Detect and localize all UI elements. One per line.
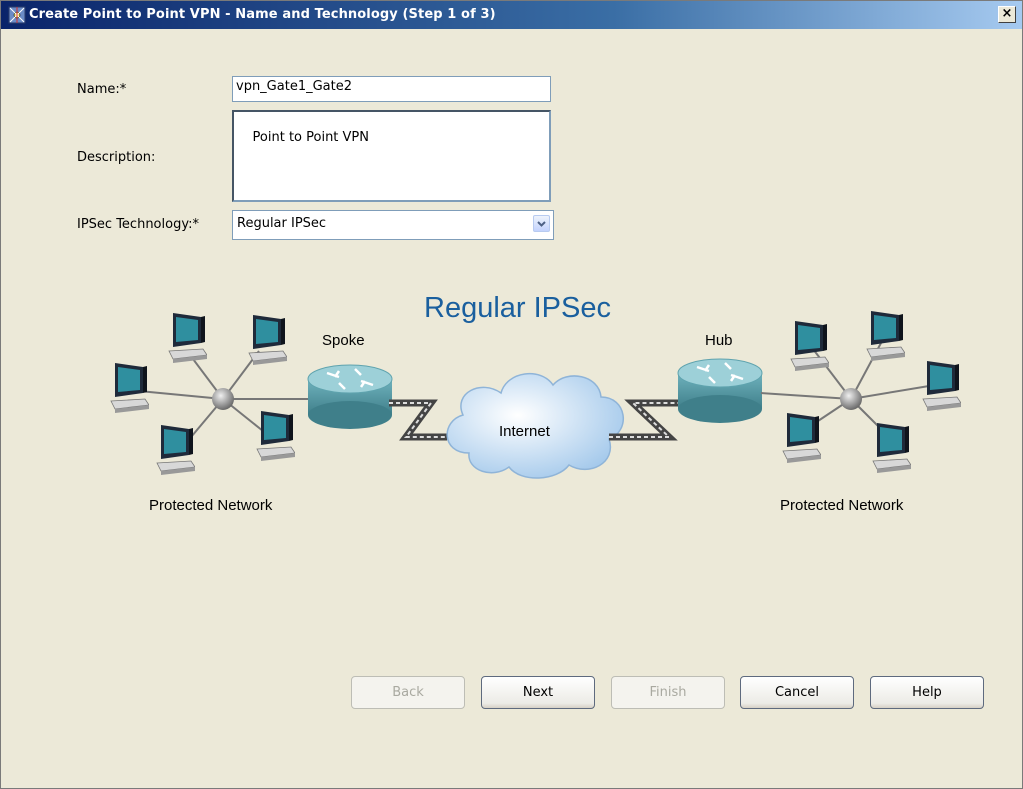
computer-icon (156, 424, 195, 475)
vpn-wizard-dialog: Create Point to Point VPN - Name and Tec… (0, 0, 1023, 789)
left-protected-network (110, 312, 313, 475)
hub-label: Hub (705, 332, 733, 349)
right-protected-network (760, 310, 961, 473)
left-protected-network-label: Protected Network (149, 497, 273, 514)
cancel-button[interactable]: Cancel (740, 676, 854, 709)
computer-icon (866, 310, 905, 361)
computer-icon (782, 412, 821, 463)
left-wan-link (389, 399, 447, 441)
computer-icon (248, 314, 287, 365)
right-protected-network-label: Protected Network (780, 497, 904, 514)
spoke-label: Spoke (322, 332, 365, 349)
computer-icon (790, 320, 829, 371)
spoke-router-icon (307, 364, 393, 429)
help-button[interactable]: Help (870, 676, 984, 709)
computer-icon (110, 362, 149, 413)
computer-icon (256, 410, 295, 461)
regular-ipsec-diagram (110, 310, 961, 479)
hub-router-icon (677, 358, 763, 423)
computer-icon (168, 312, 207, 363)
computer-icon (922, 360, 961, 411)
network-hub-icon (840, 388, 862, 410)
back-button[interactable]: Back (351, 676, 465, 709)
internet-label: Internet (499, 423, 550, 440)
finish-button[interactable]: Finish (611, 676, 725, 709)
diagram-title: Regular IPSec (424, 292, 611, 324)
next-button[interactable]: Next (481, 676, 595, 709)
computer-icon (872, 422, 911, 473)
network-hub-icon (212, 388, 234, 410)
